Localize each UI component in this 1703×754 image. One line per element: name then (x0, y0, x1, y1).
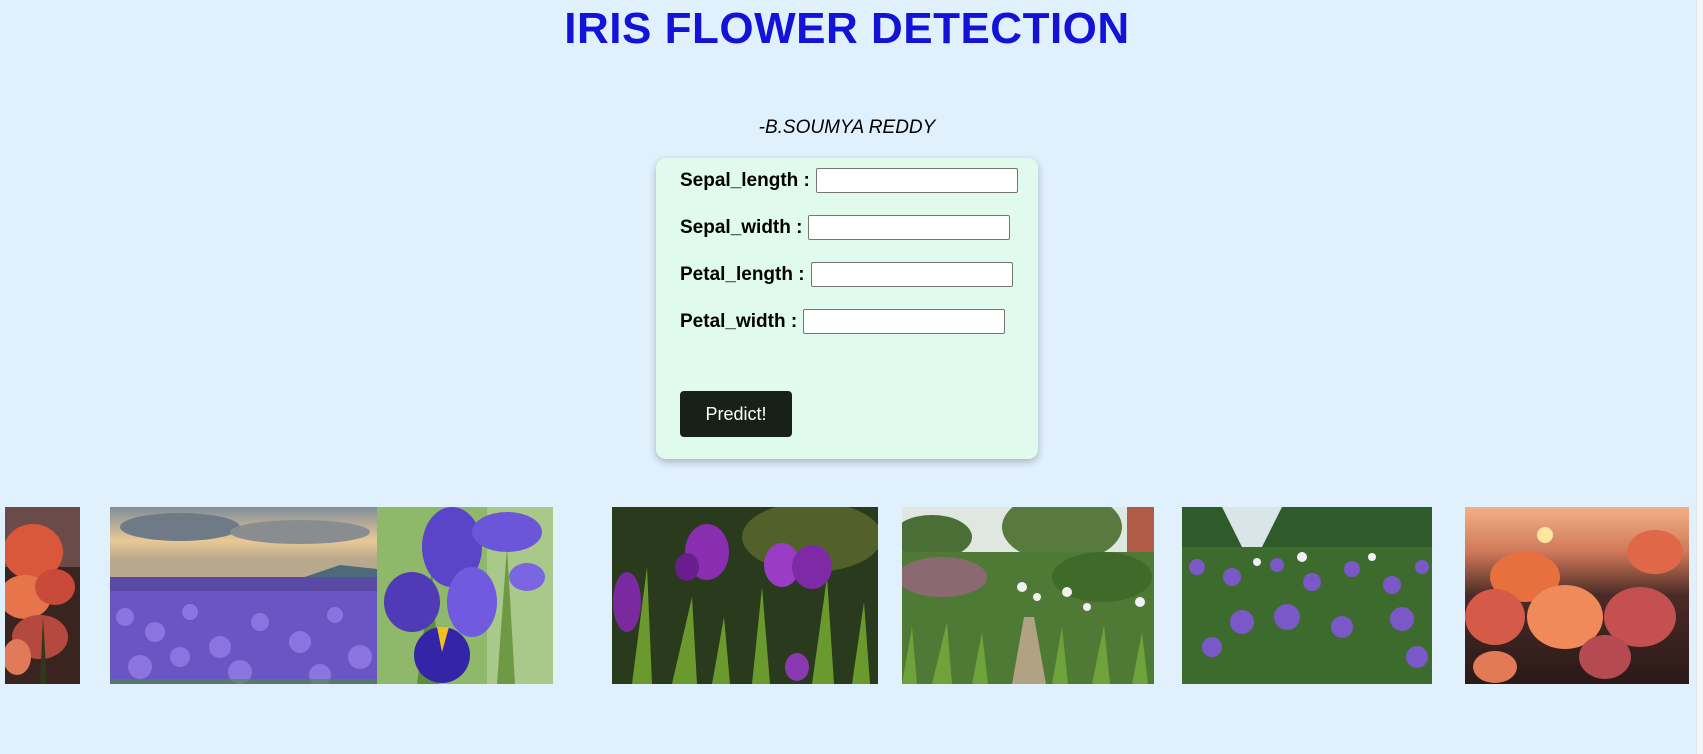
petal-length-label: Petal_length : (680, 263, 805, 285)
petal-length-row: Petal_length : (680, 262, 1013, 287)
gallery-image-garden-path (902, 507, 1154, 684)
predict-button[interactable]: Predict! (680, 391, 792, 437)
gallery-image-orange-iris-partial (5, 507, 80, 684)
sepal-length-row: Sepal_length : (680, 168, 1018, 193)
gallery-image-iris-field (110, 507, 377, 684)
gallery-image-purple-irises (612, 507, 878, 684)
sepal-width-row: Sepal_width : (680, 215, 1011, 240)
sepal-width-label: Sepal_width : (680, 216, 803, 238)
prediction-form: Sepal_length : Sepal_width : Petal_lengt… (656, 158, 1038, 459)
vertical-scrollbar[interactable] (1696, 0, 1703, 754)
page-title: IRIS FLOWER DETECTION (564, 4, 1130, 53)
gallery-image-purple-meadow (1182, 507, 1432, 684)
petal-width-row: Petal_width : (680, 309, 1006, 334)
author-credit: -B.SOUMYA REDDY (758, 117, 936, 138)
iris-image-gallery (0, 507, 1703, 684)
petal-length-input[interactable] (810, 262, 1013, 287)
petal-width-input[interactable] (803, 309, 1006, 334)
sepal-width-input[interactable] (808, 215, 1011, 240)
sepal-length-label: Sepal_length : (680, 169, 810, 191)
sepal-length-input[interactable] (815, 168, 1018, 193)
petal-width-label: Petal_width : (680, 310, 798, 332)
gallery-image-orange-irises-sunset (1465, 507, 1689, 684)
gallery-image-blue-iris-closeup (377, 507, 553, 684)
